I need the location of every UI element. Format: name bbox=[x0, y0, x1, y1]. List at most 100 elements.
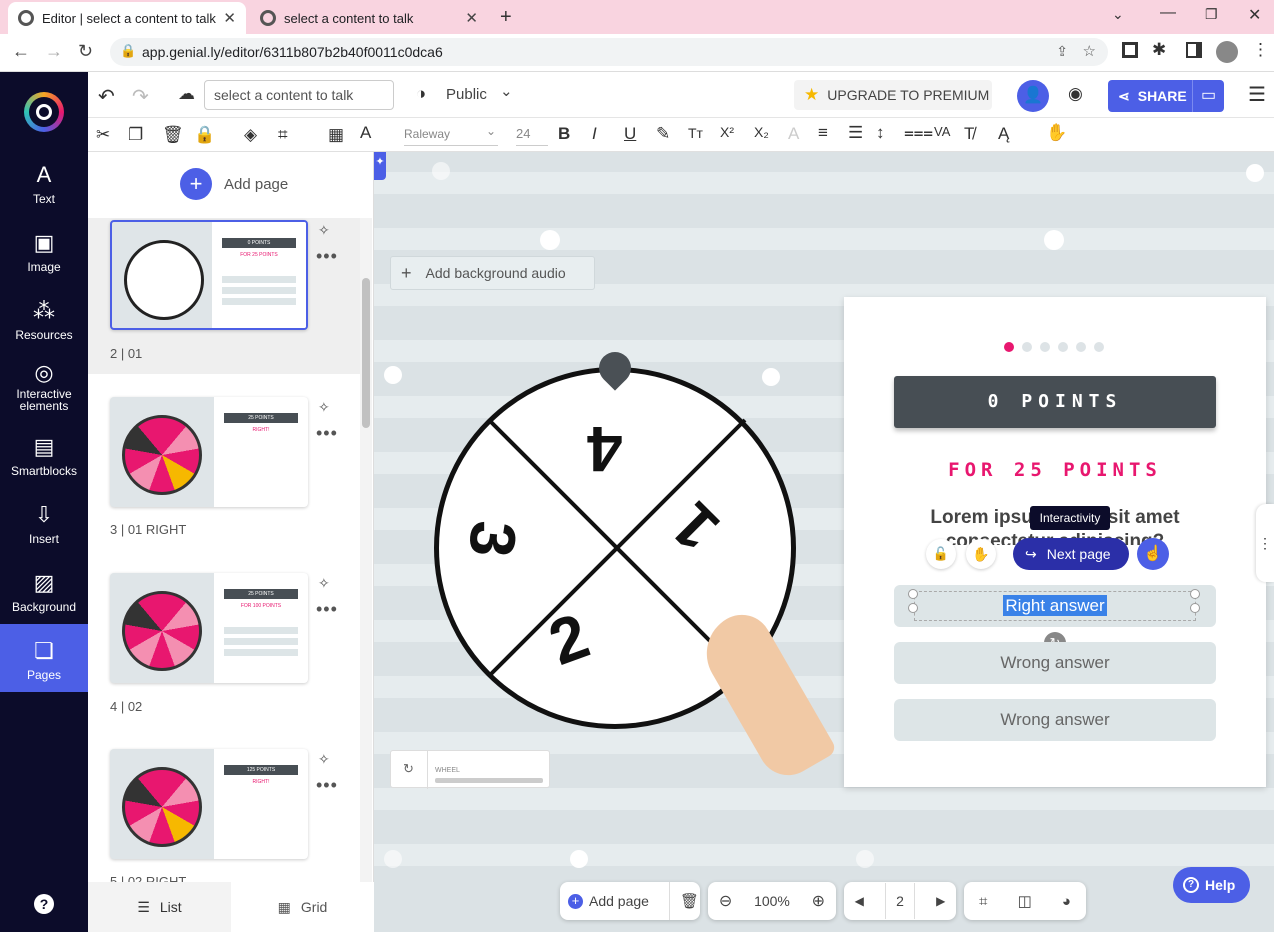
more-options-icon[interactable]: ••• bbox=[316, 599, 338, 620]
underline-icon[interactable]: U bbox=[624, 124, 636, 144]
profile-avatar[interactable] bbox=[1216, 41, 1238, 63]
highlight-icon[interactable]: ✎ bbox=[656, 124, 670, 144]
scrollbar-thumb[interactable] bbox=[362, 278, 370, 428]
theme-palette-icon[interactable]: ◕ bbox=[1062, 893, 1071, 910]
magic-wand-icon[interactable]: ✧ bbox=[318, 222, 330, 239]
align-center-icon[interactable]: ≡ bbox=[818, 123, 828, 143]
upgrade-button[interactable]: ★ UPGRADE TO PREMIUM bbox=[794, 80, 992, 110]
layers-icon[interactable]: ◈ bbox=[244, 125, 257, 145]
more-options-icon[interactable]: ••• bbox=[316, 775, 338, 796]
rail-item-text[interactable]: A Text bbox=[0, 162, 88, 206]
more-options-icon[interactable]: ••• bbox=[316, 423, 338, 444]
text-color-icon[interactable]: A bbox=[360, 123, 371, 143]
text-outline-icon[interactable]: A bbox=[788, 124, 799, 144]
answer-wrong-1[interactable]: Wrong answer bbox=[894, 642, 1216, 684]
help-icon[interactable]: ? bbox=[34, 894, 54, 914]
lock-element-icon[interactable]: 🔓 bbox=[926, 539, 956, 569]
share-button[interactable]: ⋖ SHARE bbox=[1108, 80, 1202, 112]
pin-icon[interactable]: ✦ bbox=[374, 152, 386, 180]
tab-list-chevron-icon[interactable]: ⌄ bbox=[1112, 6, 1124, 23]
close-tab-icon[interactable]: ✕ bbox=[465, 9, 478, 27]
lock-icon[interactable]: 🔒 bbox=[194, 125, 215, 145]
fit-screen-icon[interactable]: ⌗ bbox=[979, 893, 987, 910]
back-icon[interactable]: ← bbox=[12, 41, 30, 62]
points-banner[interactable]: 0 POINTS bbox=[894, 376, 1216, 428]
close-window-icon[interactable]: ✕ bbox=[1248, 5, 1261, 25]
transparency-icon[interactable]: ▦ bbox=[328, 125, 344, 145]
forward-icon[interactable]: → bbox=[45, 41, 63, 62]
font-family-select[interactable]: Raleway ⌄ bbox=[404, 124, 498, 146]
magic-wand-icon[interactable]: ✧ bbox=[318, 575, 330, 592]
grid-view-button[interactable]: ▦ Grid bbox=[231, 882, 374, 932]
superscript-icon[interactable]: X² bbox=[720, 124, 734, 140]
browser-tab-preview[interactable]: select a content to talk ✕ bbox=[250, 2, 488, 34]
help-button[interactable]: ? Help bbox=[1173, 867, 1250, 903]
next-page-button[interactable]: ↪ Next page bbox=[1013, 538, 1129, 570]
menu-icon[interactable]: ☰ bbox=[1248, 82, 1266, 107]
extension-qr-icon[interactable] bbox=[1122, 42, 1138, 58]
rail-item-pages[interactable]: ❏ Pages bbox=[0, 624, 88, 692]
bullet-list-icon[interactable]: ☰ bbox=[848, 123, 863, 143]
bold-icon[interactable]: B bbox=[558, 124, 570, 144]
page-thumbnail[interactable]: 25 POINTS RIGHT! bbox=[110, 397, 308, 507]
undo-icon[interactable]: ↶ bbox=[98, 84, 115, 109]
browser-menu-icon[interactable]: ⋮ bbox=[1252, 40, 1269, 60]
resize-handle[interactable] bbox=[908, 603, 918, 613]
font-size-input[interactable]: 24 bbox=[516, 124, 548, 146]
rail-item-resources[interactable]: ⁂ Resources bbox=[0, 298, 88, 342]
rail-item-insert[interactable]: ⇩ Insert bbox=[0, 502, 88, 546]
preview-eye-icon[interactable]: ◉ bbox=[1068, 84, 1083, 104]
bottom-add-page-button[interactable]: + Add page 🗑 bbox=[560, 882, 700, 920]
text-case-icon[interactable]: Tт bbox=[688, 125, 703, 141]
answer-wrong-2[interactable]: Wrong answer bbox=[894, 699, 1216, 741]
pages-scrollbar[interactable] bbox=[360, 218, 372, 886]
url-field[interactable]: 🔒 app.genial.ly/editor/6311b807b2b40f001… bbox=[110, 38, 1108, 66]
wheel-widget[interactable]: ↻ WHEEL bbox=[390, 750, 550, 789]
prev-page-icon[interactable]: ◀ bbox=[855, 894, 864, 908]
zoom-in-icon[interactable]: ⊕ bbox=[812, 891, 825, 911]
magic-wand-icon[interactable]: ✧ bbox=[318, 399, 330, 416]
list-view-button[interactable]: ☰ List bbox=[88, 882, 231, 932]
add-background-audio-button[interactable]: + Add background audio bbox=[390, 256, 595, 290]
hand-drag-icon[interactable]: ✋ bbox=[966, 539, 996, 569]
resize-handle[interactable] bbox=[908, 589, 918, 599]
bookmark-star-icon[interactable]: ☆ bbox=[1083, 42, 1096, 60]
cut-icon[interactable]: ✂ bbox=[96, 125, 110, 145]
minimize-icon[interactable]: — bbox=[1160, 4, 1176, 22]
maximize-icon[interactable]: ❐ bbox=[1205, 6, 1218, 23]
add-collaborator-icon[interactable]: 👤 bbox=[1017, 80, 1049, 112]
delete-page-icon[interactable]: 🗑 bbox=[680, 892, 699, 910]
zoom-out-icon[interactable]: ⊖ bbox=[719, 891, 732, 911]
split-view-icon[interactable]: ◫ bbox=[1018, 892, 1032, 910]
share-page-icon[interactable]: ⇪ bbox=[1056, 43, 1068, 60]
page-thumbnail[interactable]: 125 POINTS RIGHT! bbox=[110, 749, 308, 859]
current-page-number[interactable]: 2 bbox=[885, 883, 915, 919]
resize-handle[interactable] bbox=[1190, 589, 1200, 599]
genially-logo[interactable] bbox=[24, 92, 64, 132]
magic-wand-icon[interactable]: ✧ bbox=[318, 751, 330, 768]
reload-icon[interactable]: ↻ bbox=[78, 41, 93, 62]
side-drawer-handle-icon[interactable]: ⋮ bbox=[1256, 504, 1274, 582]
project-title-input[interactable]: select a content to talk bbox=[204, 80, 394, 110]
italic-icon[interactable]: I bbox=[592, 124, 597, 144]
vertical-align-icon[interactable]: ⩶ bbox=[904, 123, 933, 143]
delete-icon[interactable]: 🗑 bbox=[162, 125, 184, 145]
clear-format-icon[interactable]: T̸ bbox=[964, 124, 974, 144]
side-panel-icon[interactable] bbox=[1186, 42, 1202, 58]
text-effects-icon[interactable]: Ą bbox=[998, 124, 1009, 144]
extensions-puzzle-icon[interactable]: ✱ bbox=[1152, 40, 1166, 60]
redo-icon[interactable]: ↷ bbox=[132, 84, 149, 109]
next-page-icon[interactable]: ▶ bbox=[936, 894, 945, 908]
more-options-icon[interactable]: ••• bbox=[316, 246, 338, 267]
line-height-icon[interactable]: ↕ bbox=[876, 123, 885, 143]
letter-spacing-icon[interactable]: VA bbox=[934, 124, 950, 139]
page-thumbnail[interactable]: 25 POINTS FOR 100 POINTS bbox=[110, 573, 308, 683]
rail-item-interactive[interactable]: ◎ Interactive elements bbox=[0, 362, 88, 413]
add-page-button[interactable]: + Add page bbox=[180, 168, 288, 200]
rail-item-image[interactable]: ▣ Image bbox=[0, 230, 88, 274]
resize-handle[interactable] bbox=[1190, 603, 1200, 613]
align-icon[interactable]: ⌗ bbox=[278, 125, 288, 145]
browser-tab-editor[interactable]: Editor | select a content to talk ✕ bbox=[8, 2, 246, 34]
visibility-dropdown[interactable]: Public bbox=[446, 86, 487, 103]
rail-item-smartblocks[interactable]: ▤ Smartblocks bbox=[0, 434, 88, 478]
